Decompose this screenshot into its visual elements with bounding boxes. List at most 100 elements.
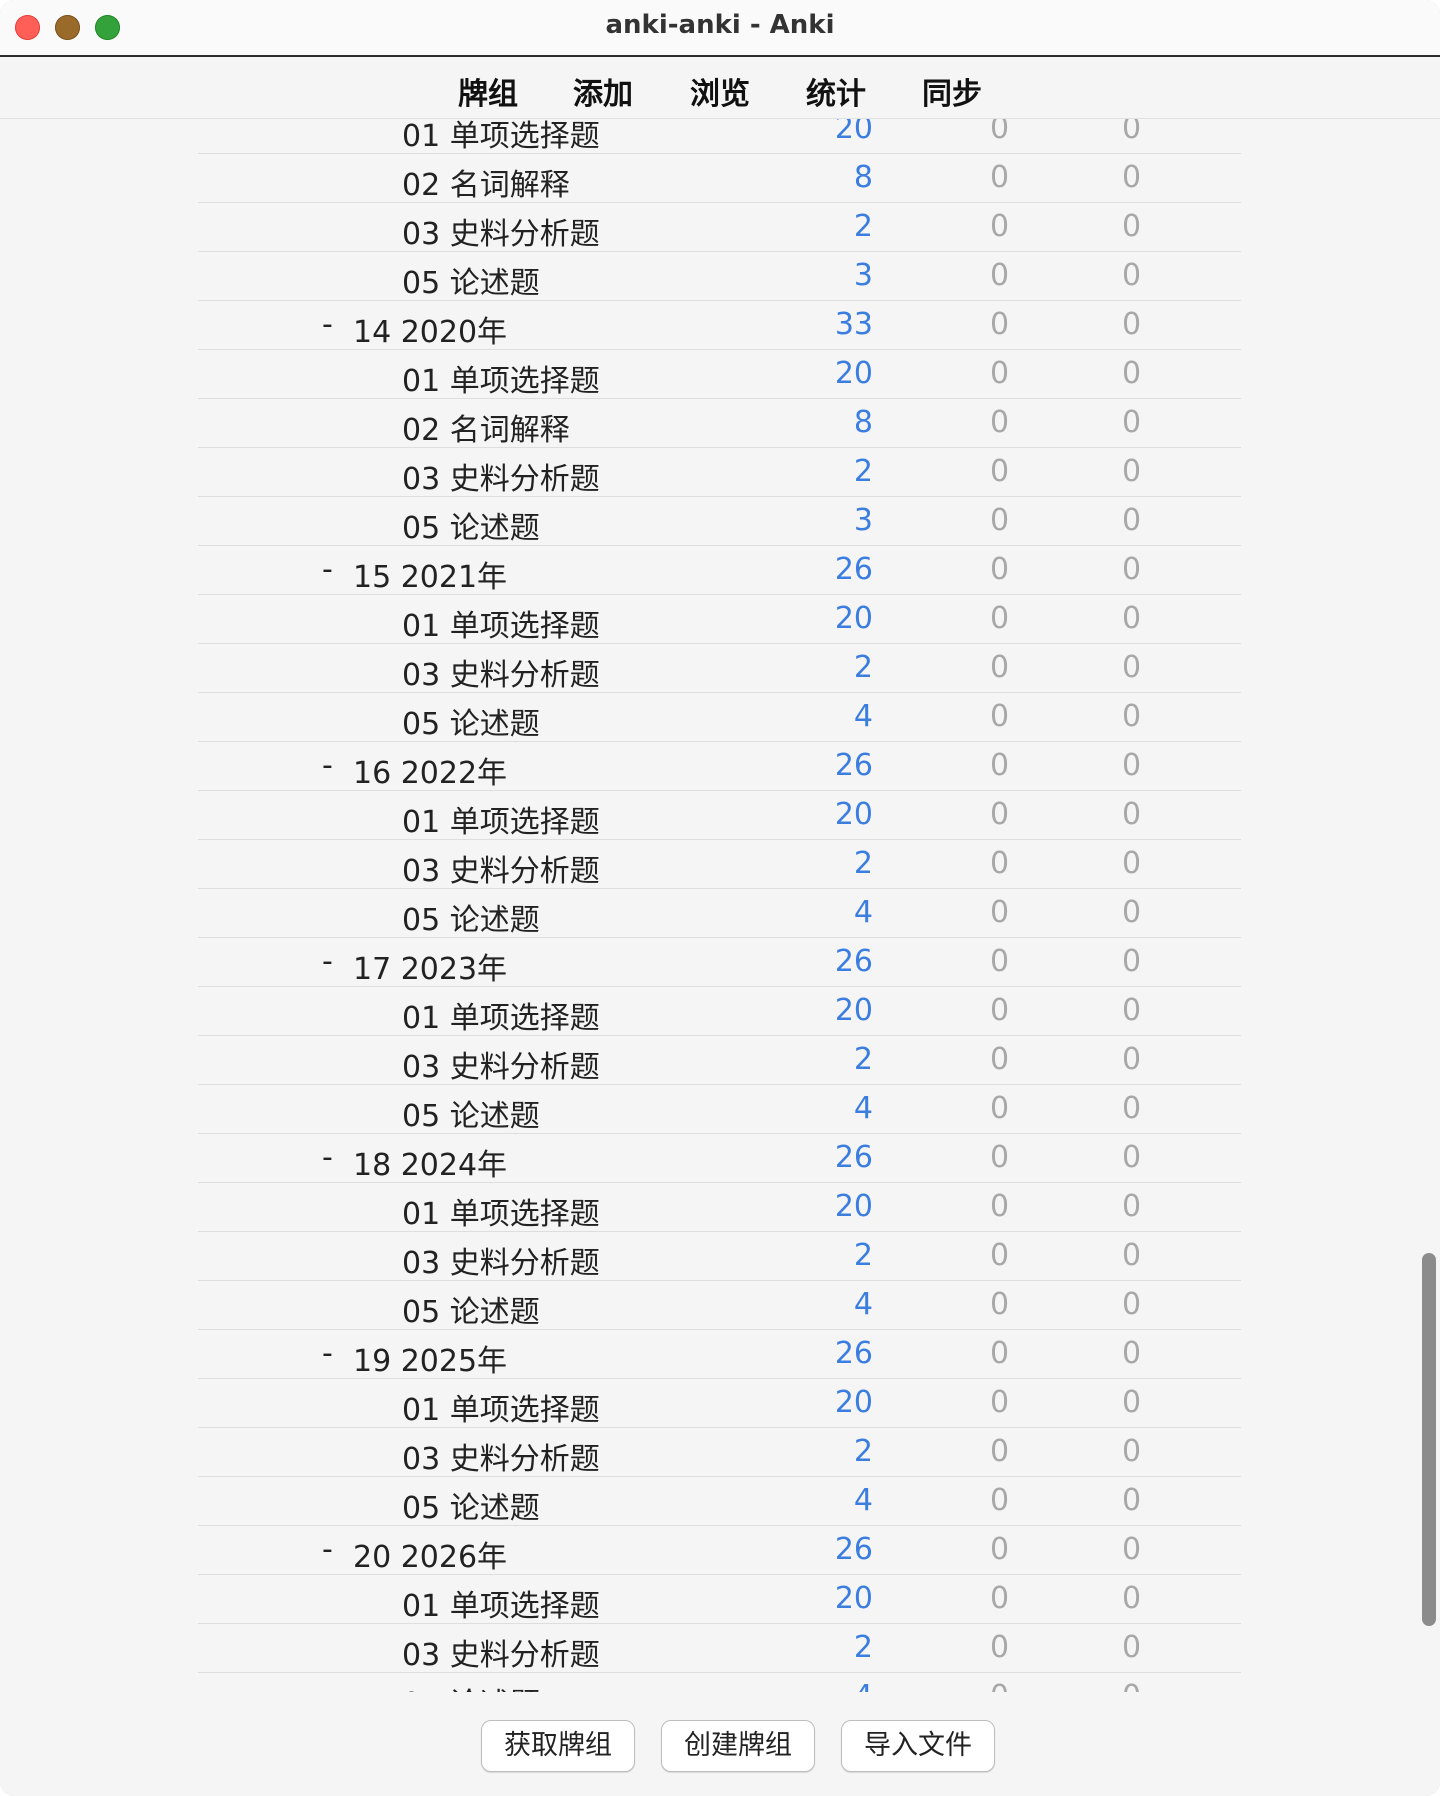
deck-name-link[interactable]: 05 论述题 — [402, 1679, 540, 1692]
deck-name-link[interactable]: 20 2026年 — [353, 1532, 507, 1576]
toolbar-stats[interactable]: 统计 — [806, 69, 866, 113]
deck-name-link[interactable]: 03 史料分析题 — [402, 1238, 600, 1282]
deck-name-link[interactable]: 05 论述题 — [402, 503, 540, 547]
deck-row-parent[interactable]: -18 2024年 26 0 0 — [198, 1134, 1241, 1183]
deck-row[interactable]: 03 史料分析题 2 0 0 — [198, 840, 1241, 889]
new-count: 2 — [853, 1434, 873, 1469]
deck-row[interactable]: 05 论述题 4 0 0 — [198, 1673, 1241, 1692]
new-count: 2 — [853, 650, 873, 685]
deck-row[interactable]: 01 单项选择题 20 0 0 — [198, 350, 1241, 399]
deck-name-link[interactable]: 01 单项选择题 — [402, 993, 600, 1037]
deck-row-parent[interactable]: -14 2020年 33 0 0 — [198, 301, 1241, 350]
deck-name-link[interactable]: 01 单项选择题 — [402, 119, 600, 155]
deck-name-link[interactable]: 01 单项选择题 — [402, 797, 600, 841]
deck-row[interactable]: 03 史料分析题 2 0 0 — [198, 1232, 1241, 1281]
deck-name-link[interactable]: 03 史料分析题 — [402, 454, 600, 498]
deck-row[interactable]: 01 单项选择题 20 0 0 — [198, 1183, 1241, 1232]
new-count: 4 — [854, 1679, 873, 1692]
learn-count: 0 — [990, 748, 1010, 783]
deck-row[interactable]: 05 论述题 3 0 0 — [198, 252, 1241, 301]
collapse-toggle[interactable]: - — [322, 1532, 333, 1567]
learn-count: 0 — [990, 1238, 1010, 1273]
deck-name-link[interactable]: 01 单项选择题 — [402, 1189, 600, 1233]
collapse-toggle[interactable]: - — [322, 552, 333, 587]
deck-name-link[interactable]: 02 名词解释 — [402, 405, 570, 449]
learn-count: 0 — [990, 650, 1010, 685]
deck-row[interactable]: 01 单项选择题 20 0 0 — [198, 119, 1241, 154]
deck-name-link[interactable]: 03 史料分析题 — [402, 1042, 600, 1086]
vertical-scrollbar[interactable] — [1422, 1253, 1436, 1626]
deck-row-parent[interactable]: -15 2021年 26 0 0 — [198, 546, 1241, 595]
deck-row-parent[interactable]: -16 2022年 26 0 0 — [198, 742, 1241, 791]
deck-row[interactable]: 05 论述题 3 0 0 — [198, 497, 1241, 546]
deck-name-link[interactable]: 19 2025年 — [353, 1336, 507, 1380]
collapse-toggle[interactable]: - — [322, 748, 333, 783]
deck-row-parent[interactable]: -20 2026年 26 0 0 — [198, 1526, 1241, 1575]
collapse-toggle[interactable]: - — [322, 1336, 333, 1371]
deck-name-link[interactable]: 01 单项选择题 — [402, 601, 600, 645]
deck-row[interactable]: 03 史料分析题 2 0 0 — [198, 203, 1241, 252]
deck-row[interactable]: 05 论述题 4 0 0 — [198, 693, 1241, 742]
deck-row[interactable]: 03 史料分析题 2 0 0 — [198, 448, 1241, 497]
deck-name-link[interactable]: 05 论述题 — [402, 699, 540, 743]
deck-row[interactable]: 05 论述题 4 0 0 — [198, 1281, 1241, 1330]
toolbar-sync[interactable]: 同步 — [922, 69, 982, 113]
deck-row[interactable]: 01 单项选择题 20 0 0 — [198, 791, 1241, 840]
collapse-toggle[interactable]: - — [322, 1140, 333, 1175]
deck-row[interactable]: 05 论述题 4 0 0 — [198, 889, 1241, 938]
deck-name-link[interactable]: 01 单项选择题 — [402, 1581, 600, 1625]
due-count: 0 — [1122, 944, 1142, 979]
deck-row-parent[interactable]: -19 2025年 26 0 0 — [198, 1330, 1241, 1379]
due-count: 0 — [1122, 552, 1142, 587]
deck-row-parent[interactable]: -17 2023年 26 0 0 — [198, 938, 1241, 987]
toolbar-add[interactable]: 添加 — [573, 69, 633, 113]
deck-name-link[interactable]: 18 2024年 — [353, 1140, 507, 1184]
deck-name-link[interactable]: 15 2021年 — [353, 552, 507, 596]
due-count: 0 — [1122, 699, 1142, 734]
learn-count: 0 — [990, 1483, 1010, 1518]
new-count: 26 — [834, 944, 873, 979]
deck-row[interactable]: 05 论述题 4 0 0 — [198, 1085, 1241, 1134]
deck-row[interactable]: 01 单项选择题 20 0 0 — [198, 987, 1241, 1036]
deck-row[interactable]: 03 史料分析题 2 0 0 — [198, 1624, 1241, 1673]
deck-name-link[interactable]: 03 史料分析题 — [402, 1630, 600, 1674]
new-count: 26 — [834, 1532, 873, 1567]
toolbar-browse[interactable]: 浏览 — [690, 69, 750, 113]
deck-name-link[interactable]: 03 史料分析题 — [402, 209, 600, 253]
deck-row[interactable]: 03 史料分析题 2 0 0 — [198, 1428, 1241, 1477]
collapse-toggle[interactable]: - — [322, 307, 333, 342]
deck-name-link[interactable]: 03 史料分析题 — [402, 650, 600, 694]
deck-row[interactable]: 01 单项选择题 20 0 0 — [198, 1379, 1241, 1428]
deck-row[interactable]: 01 单项选择题 20 0 0 — [198, 1575, 1241, 1624]
learn-count: 0 — [990, 1385, 1010, 1420]
deck-row[interactable]: 03 史料分析题 2 0 0 — [198, 1036, 1241, 1085]
deck-name-link[interactable]: 17 2023年 — [353, 944, 507, 988]
deck-row[interactable]: 03 史料分析题 2 0 0 — [198, 644, 1241, 693]
deck-name-link[interactable]: 01 单项选择题 — [402, 356, 600, 400]
deck-name-link[interactable]: 05 论述题 — [402, 258, 540, 302]
deck-name-link[interactable]: 02 名词解释 — [402, 160, 570, 204]
deck-name-link[interactable]: 01 单项选择题 — [402, 1385, 600, 1429]
create-deck-button[interactable]: 创建牌组 — [661, 1720, 815, 1772]
deck-name-link[interactable]: 03 史料分析题 — [402, 846, 600, 890]
learn-count: 0 — [990, 797, 1010, 832]
deck-name-link[interactable]: 14 2020年 — [353, 307, 507, 351]
due-count: 0 — [1122, 1434, 1142, 1469]
deck-row[interactable]: 01 单项选择题 20 0 0 — [198, 595, 1241, 644]
learn-count: 0 — [990, 307, 1010, 342]
deck-name-link[interactable]: 16 2022年 — [353, 748, 507, 792]
toolbar-decks[interactable]: 牌组 — [458, 69, 518, 113]
deck-row[interactable]: 02 名词解释 8 0 0 — [198, 399, 1241, 448]
deck-name-link[interactable]: 05 论述题 — [402, 1091, 540, 1135]
learn-count: 0 — [990, 160, 1010, 195]
deck-name-link[interactable]: 05 论述题 — [402, 1287, 540, 1331]
deck-row[interactable]: 02 名词解释 8 0 0 — [198, 154, 1241, 203]
import-file-button[interactable]: 导入文件 — [841, 1720, 995, 1772]
deck-name-link[interactable]: 05 论述题 — [402, 895, 540, 939]
deck-name-link[interactable]: 03 史料分析题 — [402, 1434, 600, 1478]
deck-row[interactable]: 05 论述题 4 0 0 — [198, 1477, 1241, 1526]
new-count: 33 — [834, 307, 873, 342]
collapse-toggle[interactable]: - — [322, 944, 333, 979]
get-shared-decks-button[interactable]: 获取牌组 — [481, 1720, 635, 1772]
deck-name-link[interactable]: 05 论述题 — [402, 1483, 540, 1527]
